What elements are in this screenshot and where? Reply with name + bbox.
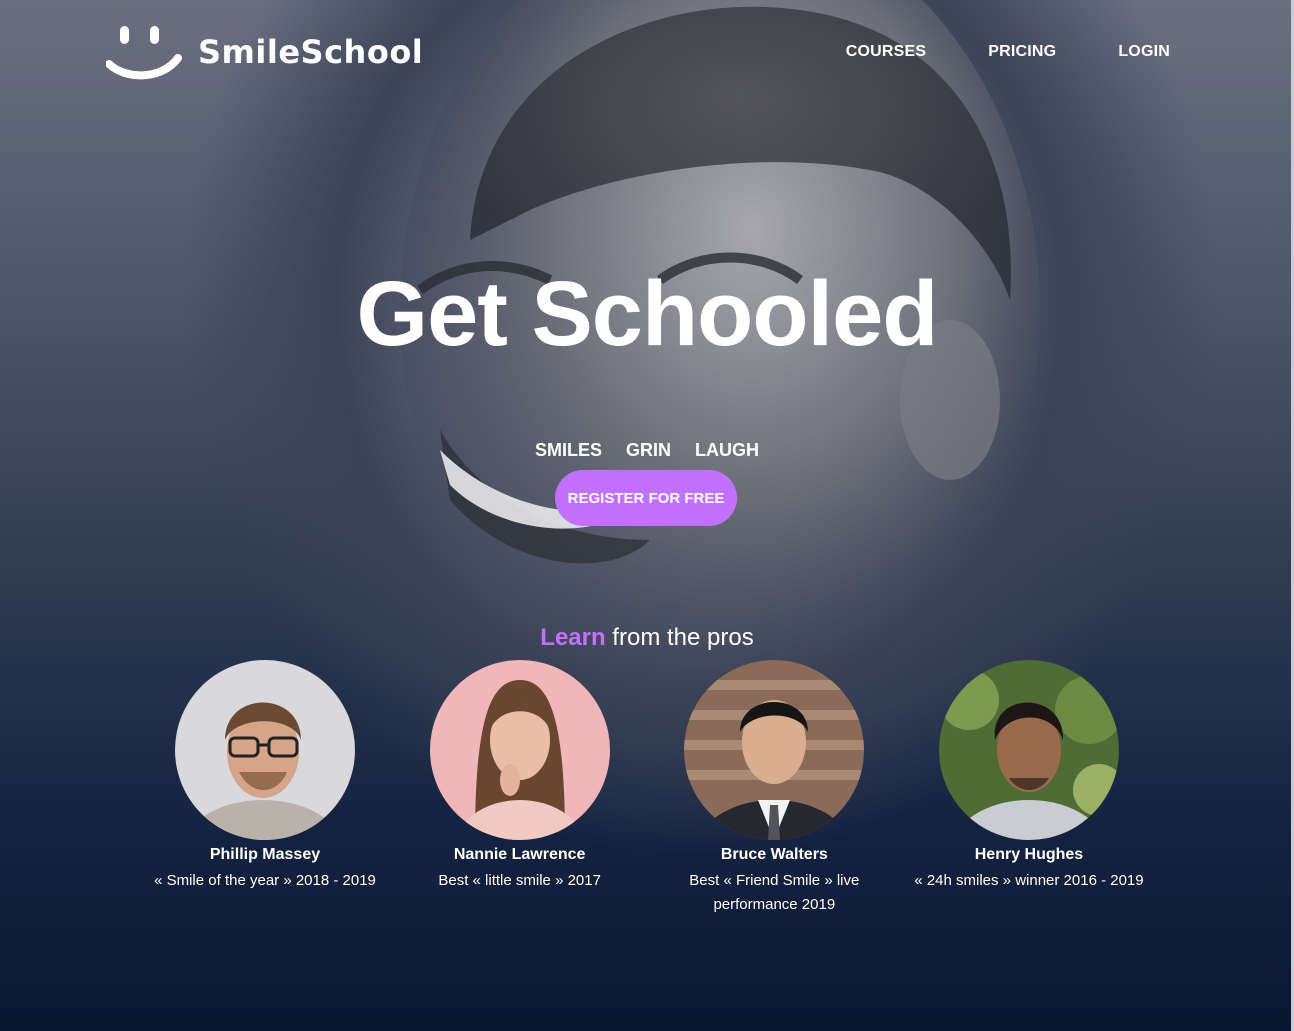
brand-logo[interactable]: SmileSchool: [106, 22, 423, 82]
avatar: [684, 660, 865, 840]
pro-description: « 24h smiles » winner 2016 - 2019: [914, 872, 1144, 889]
smiley-icon: [106, 26, 182, 80]
brand-name: SmileSchool: [198, 33, 424, 71]
main-nav: COURSES PRICING LOGIN: [846, 43, 1170, 61]
nav-pricing-link[interactable]: PRICING: [988, 43, 1056, 61]
register-button[interactable]: REGISTER FOR FREE: [555, 470, 737, 526]
hero-tag-smiles: SMILES: [534, 440, 602, 460]
landing-page: SmileSchool COURSES PRICING LOGIN Get Sc…: [0, 0, 1294, 1031]
pro-name: Henry Hughes: [974, 846, 1084, 863]
pro-card: Henry Hughes « 24h smiles » winner 2016 …: [902, 660, 1156, 917]
pro-name: Nannie Lawrence: [453, 846, 586, 863]
avatar-image: [684, 660, 865, 840]
nav-login-link[interactable]: LOGIN: [1118, 43, 1170, 61]
pro-name: Phillip Massey: [209, 846, 321, 863]
pro-description: Best « Friend Smile » live performance 2…: [689, 872, 860, 913]
avatar-image: [175, 660, 355, 840]
pros-list: Phillip Massey « Smile of the year » 201…: [138, 660, 1156, 917]
pro-card: Bruce Walters Best « Friend Smile » live…: [647, 660, 901, 917]
pro-name: Bruce Walters: [720, 846, 828, 863]
pro-description: « Smile of the year » 2018 - 2019: [154, 872, 376, 889]
pro-description: Best « little smile » 2017: [438, 872, 601, 889]
avatar: [175, 660, 355, 840]
pro-card: Phillip Massey « Smile of the year » 201…: [138, 660, 392, 917]
pros-heading-accent: Learn: [540, 624, 606, 651]
avatar: [429, 660, 610, 840]
pro-card: Nannie Lawrence Best « little smile » 20…: [393, 660, 647, 917]
avatar: [938, 660, 1119, 840]
hero-tags: SMILES GRIN LAUGH: [0, 440, 1294, 461]
pros-heading: Learn from the pros: [0, 624, 1294, 652]
hero-tag-grin: GRIN: [626, 440, 671, 460]
nav-courses-link[interactable]: COURSES: [846, 43, 927, 61]
hero-title: Get Schooled: [356, 263, 939, 365]
hero-tag-laugh: LAUGH: [695, 440, 759, 460]
avatar-image: [429, 660, 610, 840]
avatar-image: [938, 660, 1119, 840]
pros-heading-rest: from the pros: [605, 624, 754, 651]
